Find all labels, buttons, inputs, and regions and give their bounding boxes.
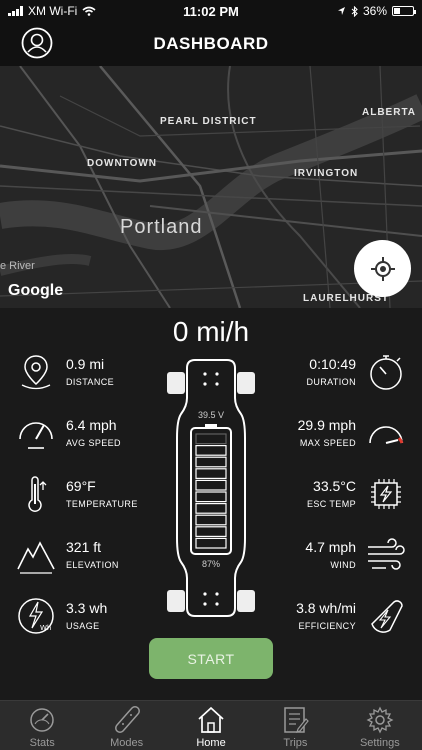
- battery-icon: [392, 6, 416, 16]
- battery-cell: [195, 514, 227, 526]
- gauge-icon: [19, 422, 53, 449]
- map-view[interactable]: PEARL DISTRICT ALBERTA DOWNTOWN IRVINGTO…: [0, 66, 422, 308]
- current-speed: 0 mi/h: [172, 316, 250, 347]
- battery-cell: [195, 491, 227, 503]
- temperature-label: TEMPERATURE: [66, 499, 138, 509]
- start-button[interactable]: START: [149, 638, 273, 679]
- avg-speed-label: AVG SPEED: [66, 438, 121, 448]
- distance-label: DISTANCE: [66, 377, 115, 387]
- wind-icon: [368, 538, 405, 570]
- skateboard-icon: [114, 706, 140, 733]
- metric-max-speed: 29.9 mph MAX SPEED: [266, 413, 406, 457]
- duration-value: 0:10:49: [309, 356, 356, 372]
- esc-temp-label: ESC TEMP: [306, 499, 356, 509]
- avg-speed-value: 6.4 mph: [66, 417, 117, 433]
- chip-icon: [371, 479, 401, 509]
- locate-button[interactable]: [354, 240, 411, 297]
- thermometer-icon: [28, 476, 47, 512]
- usage-label: USAGE: [66, 621, 100, 631]
- metric-usage: Wh 3.3 wh USAGE: [16, 596, 156, 640]
- map-label-alberta: ALBERTA: [362, 107, 417, 118]
- board-battery-display: 39.5 V 87%: [163, 358, 259, 618]
- map-label-river: e River: [0, 260, 35, 272]
- wind-label: WIND: [330, 560, 356, 570]
- tab-settings-label: Settings: [359, 737, 400, 749]
- google-logo: Google: [8, 282, 64, 299]
- wind-value: 4.7 mph: [305, 539, 356, 555]
- map-label-irvington: IRVINGTON: [294, 168, 359, 179]
- battery-cell: [195, 537, 227, 549]
- usage-value: 3.3 wh: [66, 600, 108, 616]
- tab-stats[interactable]: Stats: [0, 701, 84, 750]
- efficiency-label: EFFICIENCY: [298, 621, 356, 631]
- mountain-icon: [17, 541, 55, 574]
- battery-cell: [195, 468, 227, 480]
- home-icon: [198, 706, 224, 733]
- map-label-downtown: DOWNTOWN: [87, 158, 158, 169]
- tab-bar: Stats Modes Home Trips Settings: [0, 700, 422, 750]
- speedometer-icon: [30, 708, 54, 732]
- distance-value: 0.9 mi: [66, 356, 105, 372]
- max-speed-value: 29.9 mph: [297, 417, 356, 433]
- skateboard-graphic: [167, 359, 255, 617]
- duration-label: DURATION: [306, 377, 356, 387]
- battery-cell: [195, 433, 227, 445]
- tab-modes[interactable]: Modes: [84, 701, 168, 750]
- metric-efficiency: 3.8 wh/mi EFFICIENCY: [266, 596, 406, 640]
- map-label-portland: Portland: [120, 216, 203, 238]
- efficiency-value: 3.8 wh/mi: [296, 600, 356, 616]
- board-voltage: 39.5 V: [197, 410, 225, 420]
- profile-icon[interactable]: [21, 27, 53, 59]
- tab-stats-label: Stats: [29, 737, 55, 749]
- board-battery-percent: 87%: [201, 559, 220, 569]
- crosshair-icon: [370, 256, 395, 281]
- metric-wind: 4.7 mph WIND: [266, 535, 406, 579]
- esc-temp-value: 33.5°C: [313, 478, 356, 494]
- max-speed-label: MAX SPEED: [299, 438, 356, 448]
- efficiency-icon: [371, 600, 403, 633]
- status-bar: XM Wi-Fi 11:02 PM 36%: [0, 0, 422, 22]
- metric-esc-temp: 33.5°C ESC TEMP: [266, 474, 406, 518]
- metric-elevation: 321 ft ELEVATION: [16, 535, 156, 579]
- status-time: 11:02 PM: [183, 3, 239, 19]
- gear-icon: [366, 706, 394, 734]
- page-title: DASHBOARD: [153, 34, 269, 53]
- tab-home-label: Home: [196, 737, 226, 749]
- usage-icon-badge: Wh: [40, 624, 51, 632]
- tab-modes-label: Modes: [110, 737, 144, 749]
- elevation-label: ELEVATION: [66, 560, 119, 570]
- battery-cell: [195, 456, 227, 468]
- stopwatch-icon: [370, 355, 402, 390]
- metric-avg-speed: 6.4 mph AVG SPEED: [16, 413, 156, 457]
- battery-cell: [195, 479, 227, 491]
- battery-cell: [195, 503, 227, 514]
- battery-cell: [195, 444, 227, 456]
- map-label-pearl-district: PEARL DISTRICT: [160, 116, 257, 127]
- metric-temperature: 69°F TEMPERATURE: [16, 474, 156, 518]
- speedometer-max-icon: [369, 426, 404, 444]
- metric-duration: 0:10:49 DURATION: [266, 352, 406, 396]
- tab-home[interactable]: Home: [169, 701, 253, 750]
- trips-icon: [284, 707, 310, 733]
- tab-trips-label: Trips: [283, 737, 308, 749]
- elevation-value: 321 ft: [66, 539, 102, 555]
- metric-distance: 0.9 mi DISTANCE: [16, 352, 156, 396]
- map-pin-icon: [21, 355, 51, 390]
- energy-usage-icon: Wh: [18, 598, 54, 634]
- header: DASHBOARD: [0, 22, 422, 66]
- temperature-value: 69°F: [66, 478, 96, 494]
- tab-trips[interactable]: Trips: [253, 701, 337, 750]
- battery-cell: [195, 526, 227, 538]
- tab-settings[interactable]: Settings: [338, 701, 422, 750]
